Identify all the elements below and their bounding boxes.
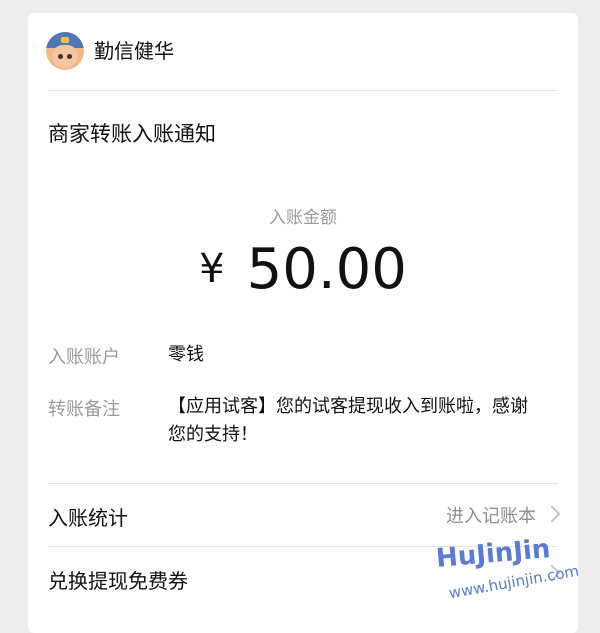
open-ledger-label: 进入记账本 (446, 506, 536, 527)
amount-display: ¥50.00 (28, 235, 578, 304)
open-ledger-link[interactable]: 进入记账本 (446, 502, 561, 528)
brand-name[interactable]: 勤信健华 (94, 37, 174, 65)
remark-value: 【应用试客】您的试客提现收入到账啦，感谢您的支持！ (168, 396, 528, 445)
income-stats-label: 入账统计 (48, 506, 128, 530)
header[interactable]: 勤信健华 (28, 13, 578, 89)
watermark-logo: HuJinJin (434, 534, 552, 574)
watermark: HuJinJin www.hujinjin.com (435, 534, 580, 609)
chevron-right-icon (543, 505, 561, 523)
redeem-coupon-label: 兑换提现免费券 (48, 569, 188, 593)
income-stats-row[interactable]: 入账统计 进入记账本 (48, 486, 561, 546)
account-label: 入账账户 (48, 347, 120, 368)
brand-avatar (46, 32, 84, 70)
notice-title: 商家转账入账通知 (48, 122, 216, 146)
currency-symbol: ¥ (199, 246, 225, 292)
divider (48, 483, 558, 484)
remark-label: 转账备注 (48, 399, 120, 420)
amount-label: 入账金额 (269, 208, 337, 228)
account-value: 零钱 (168, 344, 204, 365)
amount-value: 50.00 (246, 237, 407, 302)
divider (48, 90, 558, 91)
